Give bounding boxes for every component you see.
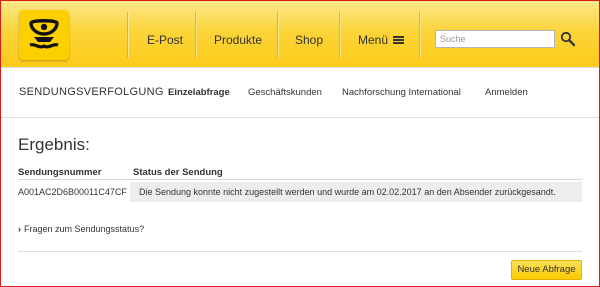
chevron-right-icon: › <box>18 224 21 234</box>
faq-link-label: Fragen zum Sendungsstatus? <box>24 224 145 234</box>
nav-separator <box>419 12 420 58</box>
site-header: E-Post Produkte Shop Menü <box>1 1 599 67</box>
nav-separator <box>195 12 196 58</box>
nav-separator <box>339 12 340 58</box>
nav-e-post[interactable]: E-Post <box>147 33 183 47</box>
table-header-divider <box>18 179 582 180</box>
nav-menu[interactable]: Menü <box>358 33 405 47</box>
column-header-sendungsnummer: Sendungsnummer <box>18 167 102 178</box>
result-title: Ergebnis: <box>18 135 90 154</box>
section-title: SENDUNGSVERFOLGUNG <box>19 86 164 98</box>
subnav-item-nachforschung-international[interactable]: Nachforschung International <box>342 87 461 98</box>
nav-separator <box>127 12 128 58</box>
divider <box>18 251 582 252</box>
subnav-top-border <box>1 67 599 68</box>
subnav-item-geschaeftskunden[interactable]: Geschäftskunden <box>248 87 322 98</box>
hamburger-icon <box>393 36 405 44</box>
deutsche-post-logo[interactable] <box>19 10 69 60</box>
nav-separator <box>277 12 278 58</box>
subnav-bottom-border <box>1 117 599 118</box>
nav-produkte[interactable]: Produkte <box>214 33 262 47</box>
magnifier-icon <box>560 31 576 47</box>
search-button[interactable] <box>559 30 577 48</box>
nav-shop[interactable]: Shop <box>295 33 323 47</box>
new-query-button[interactable]: Neue Abfrage <box>511 260 582 280</box>
column-header-status: Status der Sendung <box>133 167 223 178</box>
status-text: Die Sendung konnte nicht zugestellt werd… <box>139 187 556 197</box>
faq-link[interactable]: › Fragen zum Sendungsstatus? <box>18 224 144 234</box>
search-input[interactable] <box>435 30 555 48</box>
nav-menu-label: Menü <box>358 33 389 47</box>
subnav-item-einzelabfrage[interactable]: Einzelabfrage <box>168 87 230 98</box>
post-horn-icon <box>29 19 59 49</box>
subnav-item-anmelden[interactable]: Anmelden <box>485 87 528 98</box>
tracking-number: A001AC2D6B00011C47CF <box>18 187 127 197</box>
